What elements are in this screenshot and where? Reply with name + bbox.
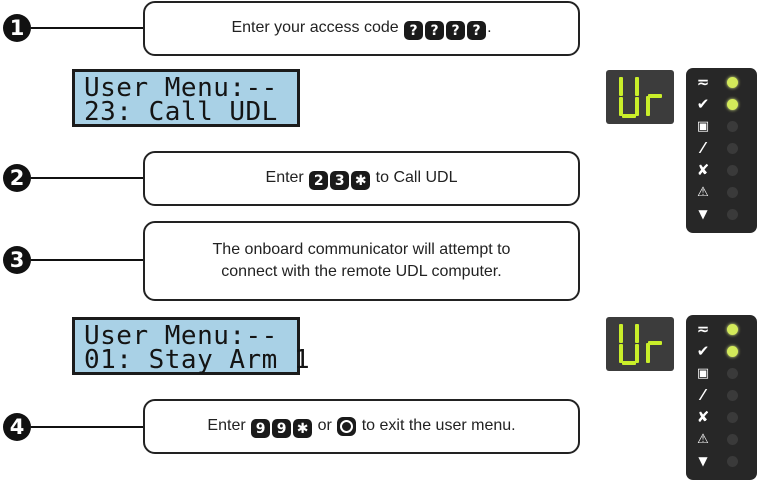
warning-led — [727, 434, 738, 445]
alarm-led — [727, 456, 738, 467]
key-2[interactable]: 2 — [309, 171, 329, 191]
step-4-text: Enter 9 9 ✱ or to exit the user menu. — [207, 416, 516, 439]
lcd-1-line-2: 23: Call UDL — [84, 97, 278, 127]
bypass-led — [727, 390, 738, 401]
segment-display-2: Ur — [606, 317, 674, 371]
step-connector-1 — [31, 27, 144, 29]
ac-power-led — [727, 77, 738, 88]
step-2-callout: Enter 2 3 ✱ to Call UDL — [143, 151, 580, 206]
key-unknown-1[interactable]: ? — [404, 21, 424, 41]
step-number-3: 3 — [3, 246, 31, 274]
alarm-led — [727, 209, 738, 220]
step-number-2: 2 — [3, 164, 31, 192]
status-led-panel-1: ≂ ✔ ▣ ⁄ ✘ ⚠ ▼ — [686, 68, 757, 233]
ready-led — [727, 346, 738, 357]
lcd-screen-2: User Menu:-- 01: Stay Arm 1 — [72, 317, 311, 375]
ready-led — [727, 99, 738, 110]
warning-led — [727, 187, 738, 198]
key-3[interactable]: 3 — [330, 171, 350, 191]
alarm-bell-icon: ▼ — [698, 207, 708, 221]
lcd-2-line-2: 01: Stay Arm 1 — [84, 345, 311, 375]
key-9-second[interactable]: 9 — [272, 419, 292, 439]
alarm-bell-icon: ▼ — [698, 454, 708, 468]
step-connector-4 — [31, 426, 144, 428]
ac-power-icon: ≂ — [696, 73, 710, 91]
bypass-led — [727, 143, 738, 154]
step-1-text: Enter your access code ????. — [231, 18, 492, 41]
ready-check-icon: ✔ — [696, 95, 710, 113]
segment-display-1: Ur — [606, 70, 674, 124]
step-3-callout: The onboard communicator will attempt to… — [143, 221, 580, 301]
armed-led — [727, 121, 738, 132]
warning-triangle-icon: ⚠ — [697, 431, 709, 447]
step-4-callout: Enter 9 9 ✱ or to exit the user menu. — [143, 399, 580, 454]
lcd-screen-1: User Menu:-- 23: Call UDL — [72, 69, 300, 127]
key-unknown-3[interactable]: ? — [446, 21, 466, 41]
key-unknown-2[interactable]: ? — [425, 21, 445, 41]
step-3-text: The onboard communicator will attempt to… — [212, 241, 511, 280]
ac-power-led — [727, 324, 738, 335]
step-connector-3 — [31, 259, 144, 261]
step-number-1: 1 — [3, 14, 31, 42]
bypass-icon: ⁄ — [701, 386, 705, 404]
trouble-led — [727, 165, 738, 176]
armed-led — [727, 368, 738, 379]
step-number-4: 4 — [3, 413, 31, 441]
key-9-first[interactable]: 9 — [251, 419, 271, 439]
key-star[interactable]: ✱ — [351, 171, 371, 191]
status-led-panel-2: ≂ ✔ ▣ ⁄ ✘ ⚠ ▼ — [686, 315, 757, 480]
step-connector-2 — [31, 177, 144, 179]
key-star[interactable]: ✱ — [293, 419, 313, 439]
key-unknown-4[interactable]: ? — [467, 21, 487, 41]
ready-check-icon: ✔ — [696, 342, 710, 360]
warning-triangle-icon: ⚠ — [697, 184, 709, 200]
bypass-icon: ⁄ — [701, 139, 705, 157]
ac-power-icon: ≂ — [696, 320, 710, 338]
trouble-led — [727, 412, 738, 423]
exit-key-icon[interactable] — [337, 416, 357, 436]
armed-lock-icon: ▣ — [696, 118, 710, 134]
step-2-text: Enter 2 3 ✱ to Call UDL — [265, 168, 458, 191]
trouble-x-icon: ✘ — [696, 408, 710, 426]
armed-lock-icon: ▣ — [696, 365, 710, 381]
step-1-callout: Enter your access code ????. — [143, 1, 580, 56]
trouble-x-icon: ✘ — [696, 161, 710, 179]
